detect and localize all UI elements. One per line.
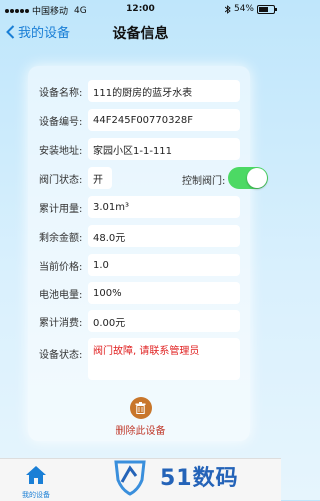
battery-field: 100% [88,282,240,304]
bluetooth-icon [224,4,231,14]
nav-bar: 我的设备 设备信息 [0,18,281,46]
battery-percent: 54% [233,4,254,14]
row-address: 安装地址: [39,138,87,160]
trash-icon [129,397,152,419]
device-status-label: 设备状态: [39,349,83,361]
device-status-field: 阀门故障, 请联系管理员 [88,338,240,380]
page-title: 设备信息 [112,26,169,42]
watermark: 51数码 [110,456,239,496]
toggle-knob [247,168,267,188]
delete-device-button[interactable]: 删除此设备 [0,397,281,437]
row-device-status: 设备状态: [39,342,87,364]
tab-my-devices[interactable]: 我的设备 [16,465,56,500]
valve-state-label: 阀门状态: [39,174,83,186]
battery-label: 电池电量: [39,289,83,301]
address-field[interactable]: 家园小区1-1-111 [88,138,240,160]
device-name-field[interactable]: 111的厨房的蓝牙水表 [88,80,240,102]
address-label: 安装地址: [39,145,83,157]
total-spend-label: 累计消费: [39,317,83,329]
total-spend-field: 0.00元 [88,310,240,332]
tab-label: 我的设备 [22,491,50,499]
home-icon [26,466,46,484]
row-device-id: 设备编号: [39,109,87,131]
status-right: 54% [224,4,277,14]
device-id-label: 设备编号: [39,116,83,128]
device-id-field[interactable]: 44F245F00770328F [88,109,240,131]
row-price: 当前价格: [39,254,87,276]
row-balance: 剩余金额: [39,225,87,247]
delete-label: 删除此设备 [115,426,166,437]
balance-label: 剩余金额: [39,232,83,244]
row-battery: 电池电量: [39,282,87,304]
row-device-name: 设备名称: [39,80,87,102]
balance-field: 48.0元 [88,225,240,247]
valve-control-label: 控制阀门: [182,176,226,187]
total-usage-field: 3.01m³ [88,196,240,218]
total-usage-label: 累计用量: [39,203,83,215]
battery-icon [257,4,277,14]
device-name-label: 设备名称: [39,87,83,99]
price-label: 当前价格: [39,261,83,273]
valve-control-toggle[interactable] [228,167,268,189]
row-total-spend: 累计消费: [39,310,87,332]
shield-logo-icon [114,460,146,496]
price-field: 1.0 [88,254,240,276]
watermark-text: 51数码 [160,466,239,491]
row-valve-state: 阀门状态: [39,167,87,189]
valve-state-field: 开 [88,167,112,189]
row-total-usage: 累计用量: [39,196,87,218]
status-bar: 中国移动 4G 12:00 54% [0,0,281,18]
